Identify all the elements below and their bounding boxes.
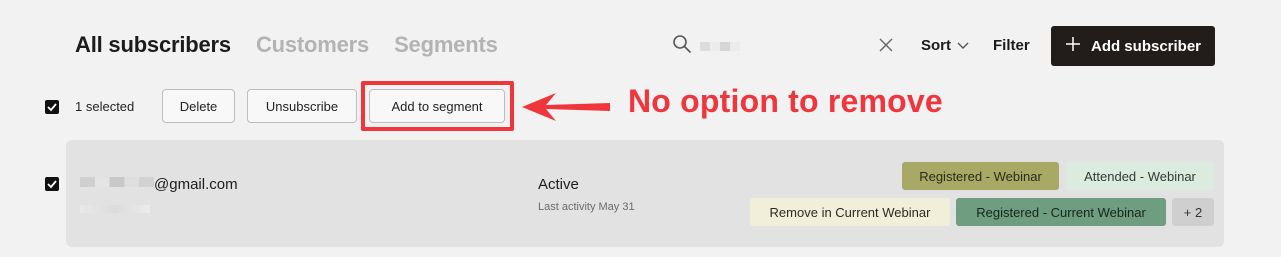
sort-dropdown[interactable]: Sort — [921, 37, 969, 54]
tab-segments[interactable]: Segments — [394, 32, 498, 58]
delete-button[interactable]: Delete — [162, 89, 235, 123]
subscriber-email[interactable]: @gmail.com — [154, 176, 238, 193]
add-subscriber-label: Add subscriber — [1090, 37, 1202, 55]
segment-tag: Registered - Webinar — [902, 162, 1059, 190]
table-row[interactable] — [66, 140, 1224, 247]
plus-icon — [1065, 36, 1081, 56]
segment-tag: Registered - Current Webinar — [956, 198, 1166, 226]
filter-button[interactable]: Filter — [993, 37, 1030, 54]
sort-label: Sort — [921, 37, 951, 54]
search-field[interactable] — [672, 34, 740, 54]
segment-tag: Remove in Current Webinar — [750, 198, 950, 226]
name-redacted — [80, 205, 150, 213]
search-icon — [672, 34, 692, 54]
annotation-text: No option to remove — [628, 83, 943, 119]
select-all-checkbox[interactable] — [45, 100, 59, 114]
search-value-redacted — [700, 41, 740, 51]
subscriber-tabs: All subscribers Customers Segments — [75, 32, 498, 58]
segment-tag: Attended - Webinar — [1066, 162, 1214, 190]
more-tags-badge[interactable]: + 2 — [1172, 198, 1214, 226]
tab-all-subscribers[interactable]: All subscribers — [75, 32, 231, 58]
email-redacted — [80, 177, 154, 187]
checkmark-icon — [47, 180, 57, 189]
clear-search-icon[interactable] — [878, 37, 894, 58]
checkmark-icon — [47, 103, 57, 112]
row-checkbox[interactable] — [45, 177, 59, 191]
chevron-down-icon — [957, 37, 969, 54]
annotation-highlight-box — [361, 81, 514, 131]
selected-count: 1 selected — [75, 99, 135, 114]
annotation-arrow-icon — [520, 92, 612, 127]
subscriber-status: Active — [538, 176, 579, 193]
tab-customers[interactable]: Customers — [256, 32, 369, 58]
last-activity: Last activity May 31 — [538, 201, 635, 213]
unsubscribe-button[interactable]: Unsubscribe — [247, 89, 357, 123]
add-subscriber-button[interactable]: Add subscriber — [1051, 26, 1215, 66]
